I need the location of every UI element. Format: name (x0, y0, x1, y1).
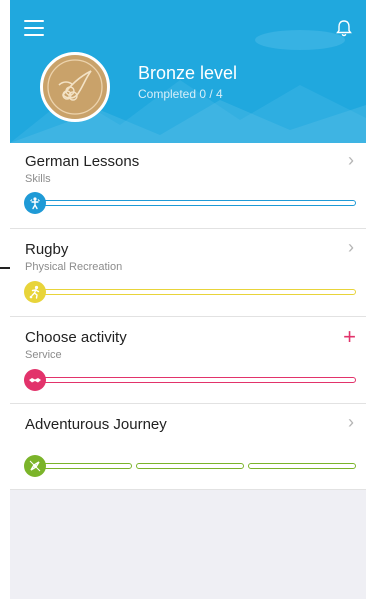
activity-title: Choose activity (25, 329, 127, 346)
activity-title: Rugby (25, 241, 69, 258)
edge-marker (0, 267, 10, 269)
activity-section-skills[interactable]: German Lessons Skills › (10, 143, 366, 229)
menu-icon-bar (24, 27, 44, 29)
empty-footer-area (10, 490, 366, 599)
handshake-icon (24, 369, 46, 391)
level-title: Bronze level (138, 63, 238, 83)
progress-track-segment (248, 463, 356, 469)
activity-section-service[interactable]: Choose activity Service + (10, 317, 366, 404)
menu-button[interactable] (24, 20, 44, 36)
chevron-right-icon[interactable]: › (348, 412, 354, 433)
level-header: Bronze level Completed 0 / 4 (10, 0, 366, 143)
menu-icon-bar (24, 20, 44, 22)
notifications-button[interactable] (334, 18, 354, 38)
activity-category: Skills (25, 173, 51, 185)
progress-track-segment (136, 463, 244, 469)
progress-track (36, 289, 356, 295)
level-progress-text: Completed 0 / 4 (138, 87, 223, 101)
app-screen: Bronze level Completed 0 / 4 German Less… (10, 0, 366, 599)
progress-track (36, 377, 356, 383)
bird-emblem-icon (47, 59, 103, 115)
activity-section-journey[interactable]: Adventurous Journey › (10, 404, 366, 490)
compass-icon (24, 455, 46, 477)
bronze-badge (40, 52, 110, 122)
chevron-right-icon[interactable]: › (348, 150, 354, 171)
chevron-right-icon[interactable]: › (348, 237, 354, 258)
activity-title: German Lessons (25, 153, 140, 170)
menu-icon-bar (24, 34, 44, 36)
activity-title: Adventurous Journey (25, 416, 167, 433)
activity-category: Physical Recreation (25, 261, 123, 273)
progress-track-segment (36, 463, 132, 469)
activity-category: Service (25, 349, 62, 361)
bell-icon (336, 20, 352, 37)
skills-person-icon (24, 192, 46, 214)
running-person-icon (24, 281, 46, 303)
progress-track (36, 200, 356, 206)
activity-section-physical[interactable]: Rugby Physical Recreation › (10, 229, 366, 317)
add-activity-button[interactable]: + (343, 326, 356, 348)
